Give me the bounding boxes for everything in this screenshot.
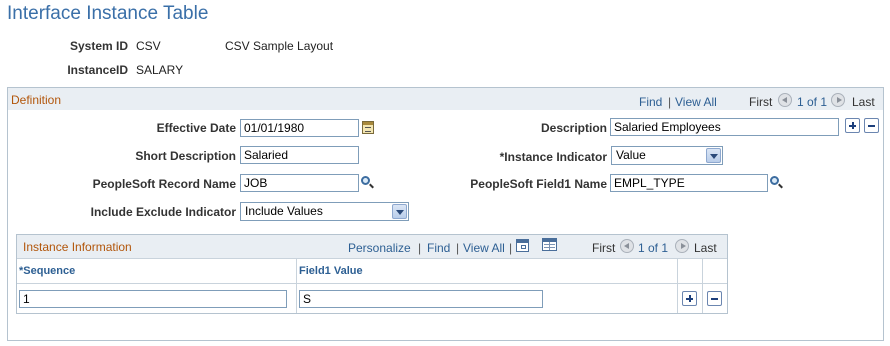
grid-next-row-icon[interactable]: [675, 239, 689, 253]
definition-first-label: First: [749, 95, 773, 109]
include-exclude-label: Include Exclude Indicator: [90, 205, 236, 219]
definition-find-link[interactable]: Find: [639, 95, 662, 109]
short-description-field[interactable]: [240, 146, 359, 164]
system-id-label: System ID: [69, 39, 128, 53]
column-divider: [702, 259, 703, 313]
description-field[interactable]: [610, 118, 839, 136]
instance-id-label: InstanceID: [67, 63, 128, 77]
grid-download-icon[interactable]: [542, 238, 557, 251]
new-window-icon[interactable]: [516, 239, 529, 252]
grid-first-label: First: [592, 241, 616, 255]
personalize-link[interactable]: Personalize: [348, 241, 411, 255]
instance-information-title: Instance Information: [23, 240, 132, 254]
separator: |: [456, 241, 460, 255]
next-row-icon[interactable]: [831, 93, 845, 107]
instance-indicator-select[interactable]: Value: [611, 146, 723, 165]
field1-name-field[interactable]: [610, 174, 768, 192]
separator: |: [668, 95, 672, 109]
separator: |: [509, 241, 513, 255]
include-exclude-value: Include Values: [245, 204, 323, 218]
sequence-column-header[interactable]: *Sequence: [19, 265, 75, 277]
include-exclude-select[interactable]: Include Values: [240, 202, 409, 221]
description-label: Description: [540, 121, 607, 135]
grid-last-label: Last: [694, 241, 717, 255]
definition-last-label: Last: [852, 95, 875, 109]
delete-row-button[interactable]: [864, 118, 879, 133]
field1-lookup-search-icon[interactable]: [770, 176, 784, 190]
definition-view-all-link[interactable]: View All: [675, 95, 717, 109]
definition-row-counter: 1 of 1: [797, 95, 828, 109]
column-divider: [677, 259, 678, 313]
grid-column-header-row: [17, 258, 727, 284]
short-description-label: Short Description: [135, 149, 236, 163]
effective-date-field[interactable]: [240, 119, 359, 137]
record-name-field[interactable]: [240, 174, 359, 192]
add-row-button[interactable]: [845, 118, 860, 133]
field1-value-field[interactable]: [299, 290, 543, 308]
grid-find-link[interactable]: Find: [427, 241, 450, 255]
field1-value-column-header[interactable]: Field1 Value: [299, 265, 363, 277]
column-divider: [296, 259, 297, 313]
grid-add-row-button[interactable]: [682, 291, 697, 306]
chevron-down-icon[interactable]: [706, 148, 721, 163]
grid-view-all-link[interactable]: View All: [463, 241, 505, 255]
system-id-value: CSV: [136, 39, 161, 53]
sequence-field[interactable]: [19, 290, 287, 308]
instance-id-value: SALARY: [136, 63, 184, 77]
grid-row-counter: 1 of 1: [638, 241, 669, 255]
field1-name-label: PeopleSoft Field1 Name: [470, 177, 607, 191]
instance-indicator-value: Value: [616, 148, 646, 162]
previous-row-icon[interactable]: [778, 93, 792, 107]
page-title: Interface Instance Table: [7, 3, 209, 24]
system-id-description: CSV Sample Layout: [225, 39, 334, 53]
separator: |: [418, 241, 422, 255]
effective-date-label: Effective Date: [156, 121, 236, 135]
chevron-down-icon[interactable]: [392, 204, 407, 219]
definition-title: Definition: [11, 93, 62, 107]
grid-delete-row-button[interactable]: [707, 291, 722, 306]
record-name-label: PeopleSoft Record Name: [92, 177, 236, 191]
calendar-icon[interactable]: [362, 121, 374, 134]
instance-indicator-label: *Instance Indicator: [499, 150, 607, 164]
record-lookup-search-icon[interactable]: [361, 176, 375, 190]
grid-previous-row-icon[interactable]: [620, 239, 634, 253]
